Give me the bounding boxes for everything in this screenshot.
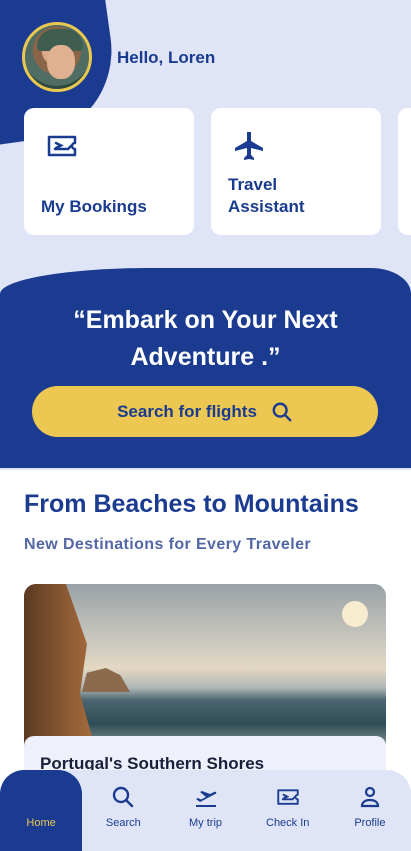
user-icon [360, 786, 380, 808]
hero-quote: “Embark on Your Next Adventure .” [73, 306, 338, 371]
hero-banner: “Embark on Your Next Adventure .” Search… [0, 268, 411, 468]
section-title: From Beaches to Mountains [24, 490, 359, 518]
nav-profile[interactable]: Profile [329, 770, 411, 851]
search-icon [113, 786, 134, 808]
nav-check-in-label: Check In [266, 817, 310, 829]
nav-check-in[interactable]: Check In [247, 770, 329, 851]
ticket-icon [277, 789, 299, 805]
search-flights-button[interactable]: Search for flights [32, 386, 378, 437]
nav-my-trip[interactable]: My trip [164, 770, 246, 851]
header-area: Hello, Loren My Bookings Travel Assistan… [0, 0, 411, 470]
nav-search[interactable]: Search [82, 770, 164, 851]
nav-home[interactable]: Home [0, 770, 83, 851]
search-flights-label: Search for flights [117, 401, 257, 421]
ticket-icon [47, 135, 77, 157]
travel-assistant-label: Travel Assistant [228, 175, 305, 216]
quick-actions: My Bookings Travel Assistant [24, 108, 411, 235]
nav-home-label: Home [26, 817, 56, 829]
travel-assistant-card[interactable]: Travel Assistant [211, 108, 381, 235]
sun-image [342, 601, 368, 627]
airplane-icon [235, 132, 263, 160]
my-bookings-label: My Bookings [41, 197, 147, 216]
my-bookings-card[interactable]: My Bookings [24, 108, 194, 235]
search-icon [272, 402, 292, 421]
bottom-nav: Home Search My trip Check In Profile [0, 770, 411, 851]
avatar[interactable] [22, 22, 92, 92]
nav-profile-label: Profile [354, 817, 386, 829]
departure-icon [195, 791, 216, 807]
avatar-face [47, 45, 75, 79]
greeting-text: Hello, Loren [117, 48, 216, 67]
nav-my-trip-label: My trip [189, 817, 222, 829]
nav-search-label: Search [105, 817, 141, 829]
more-actions-card[interactable] [398, 108, 411, 235]
section-subtitle: New Destinations for Every Traveler [24, 536, 311, 553]
destination-card[interactable]: Portugal's Southern Shores [24, 584, 386, 784]
rock-image [82, 668, 130, 692]
